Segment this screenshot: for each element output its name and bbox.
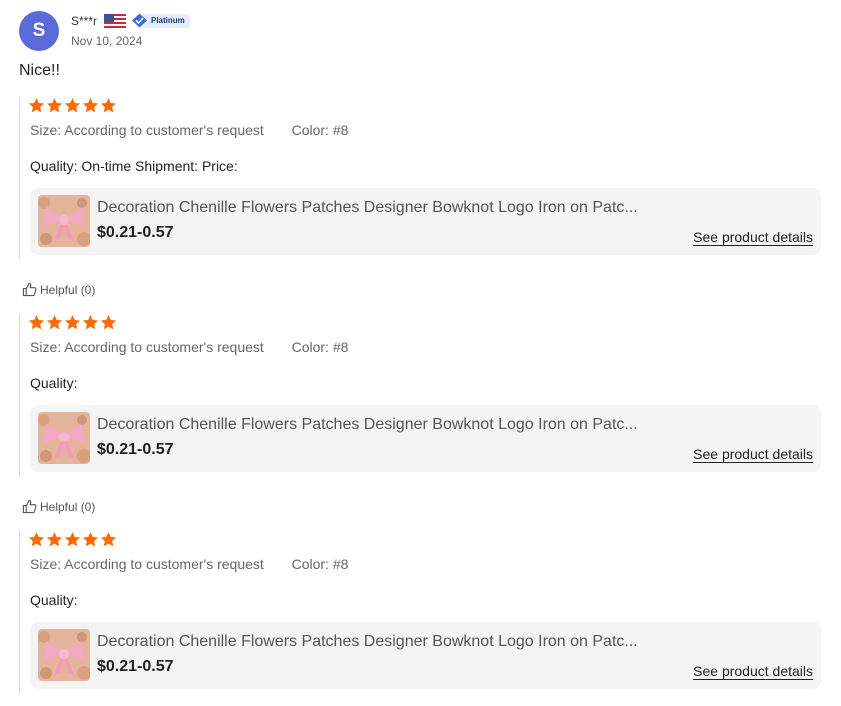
star-icon xyxy=(82,315,99,330)
product-price: $0.21-0.57 xyxy=(97,658,174,675)
helpful-label: Helpful (0) xyxy=(40,282,96,297)
star-icon xyxy=(100,532,117,547)
star-icon xyxy=(28,315,45,330)
bow-patch-image xyxy=(38,629,90,681)
membership-badge: Platinum xyxy=(131,13,190,28)
star-icon xyxy=(100,315,117,330)
review-date: Nov 10, 2024 xyxy=(71,34,143,48)
color-value: #8 xyxy=(332,122,349,138)
avatar: S xyxy=(19,11,59,51)
us-flag-icon xyxy=(104,14,126,28)
badge-label: Platinum xyxy=(141,13,190,28)
product-thumbnail[interactable] xyxy=(38,412,90,464)
product-card[interactable]: Decoration Chenille Flowers Patches Desi… xyxy=(30,188,821,255)
see-product-details-link[interactable]: See product details xyxy=(693,229,813,245)
star-rating xyxy=(28,314,117,331)
star-rating xyxy=(28,531,117,548)
product-title[interactable]: Decoration Chenille Flowers Patches Desi… xyxy=(97,199,682,217)
verified-diamond-icon xyxy=(132,13,147,28)
star-icon xyxy=(64,315,81,330)
color-label: Color: xyxy=(291,339,329,355)
star-icon xyxy=(82,98,99,113)
bow-patch-image xyxy=(38,412,90,464)
star-icon xyxy=(46,98,63,113)
product-price: $0.21-0.57 xyxy=(97,441,174,458)
reviewer-name: S***r xyxy=(71,14,98,28)
sku-info: Size: According to customer's request Co… xyxy=(30,556,348,572)
sku-info: Size: According to customer's request Co… xyxy=(30,339,348,355)
product-card[interactable]: Decoration Chenille Flowers Patches Desi… xyxy=(30,405,821,472)
size-label: Size: xyxy=(30,339,62,355)
product-title[interactable]: Decoration Chenille Flowers Patches Desi… xyxy=(97,416,682,434)
star-icon xyxy=(100,98,117,113)
star-icon xyxy=(46,532,63,547)
helpful-button[interactable]: Helpful (0) xyxy=(22,282,95,297)
see-product-details-link[interactable]: See product details xyxy=(693,663,813,679)
product-title[interactable]: Decoration Chenille Flowers Patches Desi… xyxy=(97,633,682,651)
size-label: Size: xyxy=(30,556,62,572)
size-label: Size: xyxy=(30,122,62,138)
reviewer-header: S S***r Platinum Nov 10, 2024 xyxy=(19,11,819,53)
see-product-details-link[interactable]: See product details xyxy=(693,446,813,462)
size-value: According to customer's request xyxy=(64,556,264,572)
star-icon xyxy=(46,315,63,330)
quality-tags: Quality: xyxy=(30,375,78,391)
star-icon xyxy=(64,532,81,547)
quality-tags: Quality: xyxy=(30,592,78,608)
helpful-button[interactable]: Helpful (0) xyxy=(22,499,95,514)
product-card[interactable]: Decoration Chenille Flowers Patches Desi… xyxy=(30,622,821,689)
star-icon xyxy=(28,98,45,113)
star-rating xyxy=(28,97,117,114)
color-value: #8 xyxy=(332,339,349,355)
sku-info: Size: According to customer's request Co… xyxy=(30,122,348,138)
thumbs-up-icon xyxy=(22,499,37,514)
color-label: Color: xyxy=(291,122,329,138)
helpful-label: Helpful (0) xyxy=(40,499,96,514)
size-value: According to customer's request xyxy=(64,339,264,355)
star-icon xyxy=(82,532,99,547)
thumbs-up-icon xyxy=(22,282,37,297)
review-entry: Size: According to customer's request Co… xyxy=(19,531,822,693)
bow-patch-image xyxy=(38,195,90,247)
color-label: Color: xyxy=(291,556,329,572)
product-price: $0.21-0.57 xyxy=(97,224,174,241)
product-thumbnail[interactable] xyxy=(38,629,90,681)
review-entry: Size: According to customer's request Co… xyxy=(19,314,822,476)
color-value: #8 xyxy=(332,556,349,572)
quality-tags: Quality: On-time Shipment: Price: xyxy=(30,158,238,174)
star-icon xyxy=(28,532,45,547)
star-icon xyxy=(64,98,81,113)
review-entry: Size: According to customer's request Co… xyxy=(19,97,822,259)
product-thumbnail[interactable] xyxy=(38,195,90,247)
review-text: Nice!! xyxy=(19,62,60,79)
size-value: According to customer's request xyxy=(64,122,264,138)
